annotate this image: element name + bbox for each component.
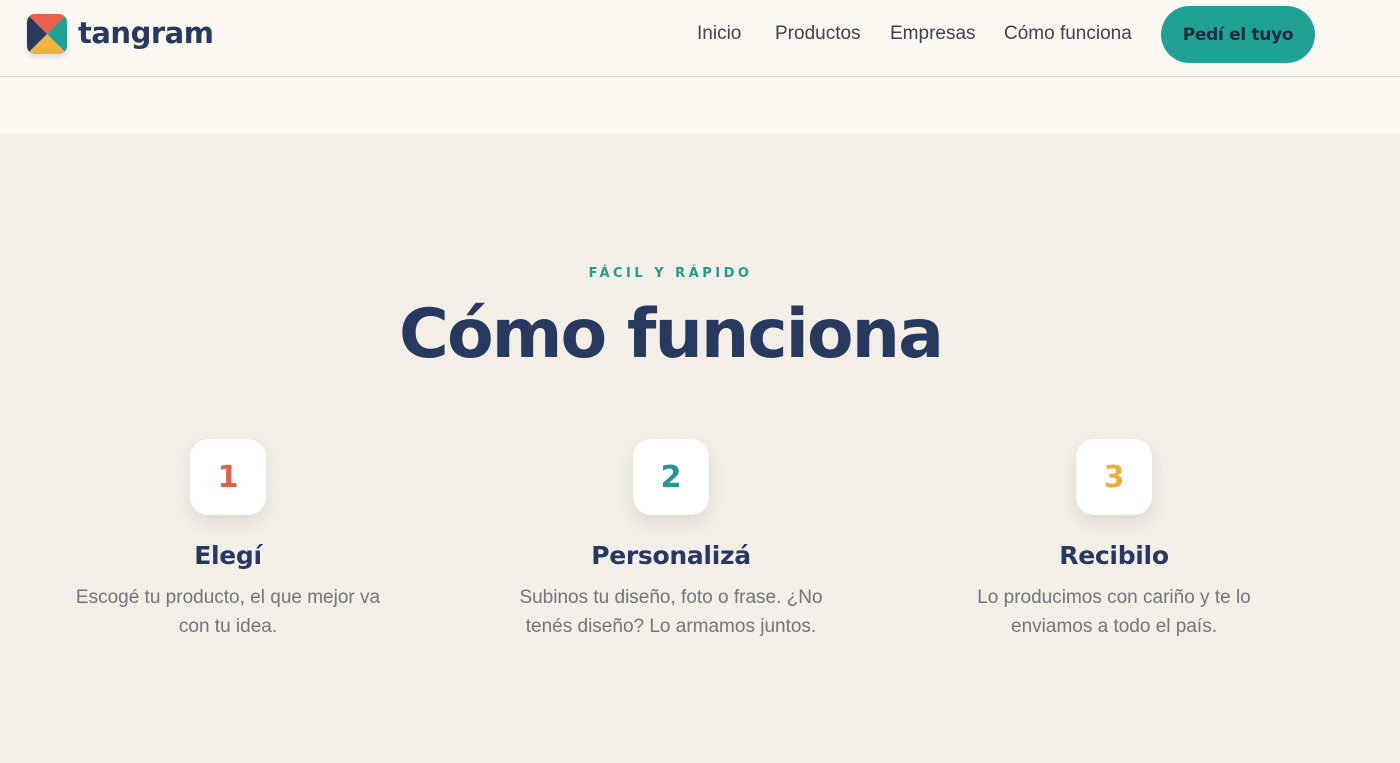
nav-link-inicio[interactable]: Inicio xyxy=(697,22,741,46)
tangram-logo-icon[interactable] xyxy=(27,14,67,54)
site-header: tangram Inicio Productos Empresas Cómo f… xyxy=(0,0,1400,77)
order-button[interactable]: Pedí el tuyo xyxy=(1161,6,1315,63)
step-card-3: 3 Recibilo Lo producimos con cariño y te… xyxy=(954,439,1274,641)
step-number-badge: 1 xyxy=(190,439,266,515)
step-title: Personalizá xyxy=(591,541,751,570)
step-number-badge: 3 xyxy=(1076,439,1152,515)
step-card-2: 2 Personalizá Subinos tu diseño, foto o … xyxy=(511,439,831,641)
step-number-badge: 2 xyxy=(633,439,709,515)
nav-link-empresas[interactable]: Empresas xyxy=(890,22,976,46)
step-card-1: 1 Elegí Escogé tu producto, el que mejor… xyxy=(68,439,388,641)
brand-name[interactable]: tangram xyxy=(78,13,214,53)
header-spacer xyxy=(0,78,1400,134)
step-description: Subinos tu diseño, foto o frase. ¿No ten… xyxy=(519,587,823,637)
step-description: Lo producimos con cariño y te lo enviamo… xyxy=(977,587,1251,637)
section-eyebrow: FÁCIL Y RÁPIDO xyxy=(588,266,753,281)
nav-link-como-funciona[interactable]: Cómo funciona xyxy=(1004,22,1132,46)
step-title: Recibilo xyxy=(1059,541,1169,570)
step-title: Elegí xyxy=(194,541,262,570)
nav-link-productos[interactable]: Productos xyxy=(775,22,861,46)
step-description: Escogé tu producto, el que mejor va con … xyxy=(75,587,381,637)
section-title: Cómo funciona xyxy=(399,295,944,374)
